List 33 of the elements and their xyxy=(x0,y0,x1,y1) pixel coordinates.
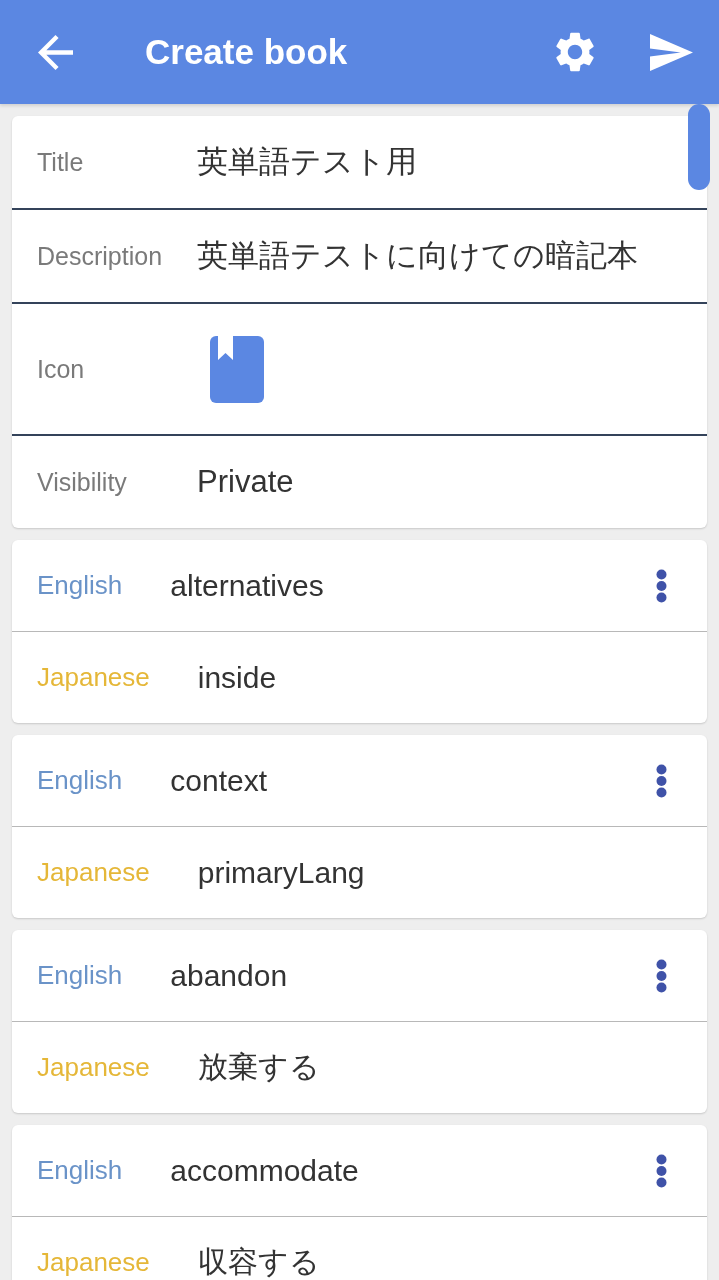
more-options-icon[interactable] xyxy=(656,568,667,603)
send-icon[interactable] xyxy=(650,33,693,71)
language-label: English xyxy=(37,765,123,796)
word-field[interactable]: 収容する xyxy=(197,1242,320,1280)
field-label: Title xyxy=(37,147,85,177)
word-field[interactable]: inside xyxy=(197,660,277,695)
field-label: Visibility xyxy=(37,467,128,497)
language-label: English xyxy=(37,1155,123,1186)
word-field[interactable]: alternatives xyxy=(170,568,324,603)
language-label: Japanese xyxy=(37,1052,150,1083)
word-field[interactable]: primaryLang xyxy=(197,855,365,890)
settings-icon[interactable] xyxy=(556,32,594,72)
select-field[interactable]: Private xyxy=(197,464,294,500)
book-icon[interactable] xyxy=(210,335,264,403)
word-field[interactable]: accommodate xyxy=(170,1153,359,1188)
word-field[interactable]: 放棄する xyxy=(197,1047,320,1088)
scrollbar-thumb[interactable] xyxy=(688,104,710,190)
field-label: Description xyxy=(37,241,164,271)
language-label: Japanese xyxy=(37,1247,150,1278)
language-label: English xyxy=(37,960,123,991)
more-options-icon[interactable] xyxy=(656,958,667,993)
language-label: English xyxy=(37,570,123,601)
word-field[interactable]: abandon xyxy=(170,958,288,993)
field-label: Icon xyxy=(37,354,86,384)
language-label: Japanese xyxy=(37,857,150,888)
word-field[interactable]: context xyxy=(170,763,267,798)
screen-title: Create book xyxy=(145,32,348,72)
language-label: Japanese xyxy=(37,662,150,693)
text-field[interactable]: 英単語テストに向けての暗記本 xyxy=(197,235,638,277)
more-options-icon[interactable] xyxy=(656,1153,667,1188)
back-arrow-icon[interactable] xyxy=(38,34,73,70)
more-options-icon[interactable] xyxy=(656,763,667,798)
text-field[interactable]: 英単語テスト用 xyxy=(197,141,417,183)
